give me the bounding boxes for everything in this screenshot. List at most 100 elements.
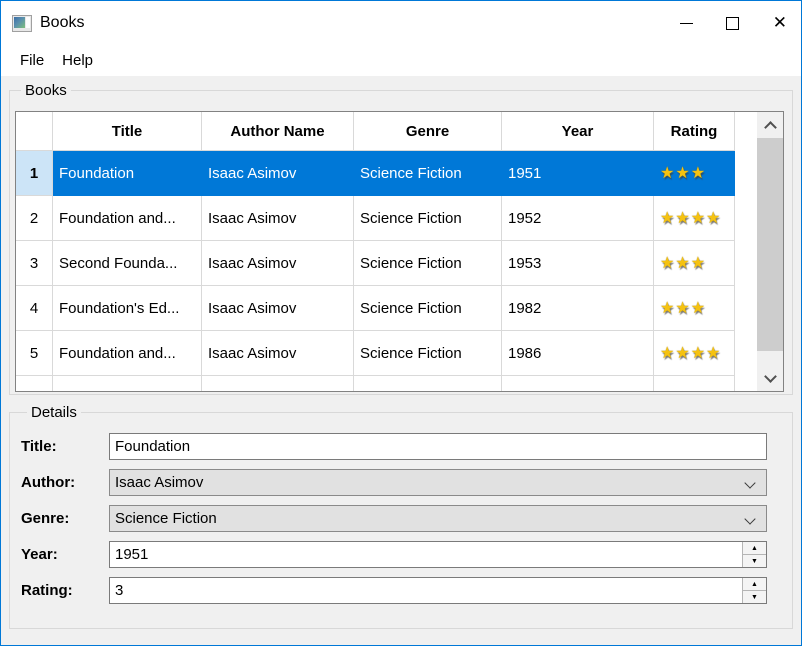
rating-cell[interactable]: ★★★ [654, 241, 735, 286]
rating-cell[interactable]: ★★★ [654, 286, 735, 331]
scroll-up-button[interactable] [757, 112, 783, 138]
genre-field-row: Genre: Science Fiction [21, 505, 767, 532]
title-cell[interactable]: Prelude to Foun... [53, 376, 202, 391]
maximize-icon [726, 17, 739, 30]
author-cell[interactable]: Isaac Asimov [202, 196, 354, 241]
menu-bar: File Help [1, 45, 801, 76]
details-group-box: Details Title: Author: Isaac Asimov Genr… [9, 404, 793, 629]
menu-help[interactable]: Help [53, 49, 102, 72]
row-number-cell[interactable]: 4 [16, 286, 53, 331]
rating-spin-buttons: ▲ ▼ [742, 578, 766, 603]
row-number-cell[interactable]: 1 [16, 151, 53, 196]
close-icon: ✕ [773, 15, 787, 32]
year-field-row: Year: ▲ ▼ [21, 541, 767, 568]
star-rating-icon: ★★★★ [660, 208, 721, 228]
author-combobox-value: Isaac Asimov [115, 474, 203, 491]
app-window: Books ✕ File Help Books Title Author Nam… [0, 0, 802, 646]
rating-cell[interactable]: ★★★★ [654, 331, 735, 376]
author-field-row: Author: Isaac Asimov [21, 469, 767, 496]
spin-down-button[interactable]: ▼ [743, 591, 766, 603]
table-row[interactable]: 3 Second Founda... Isaac Asimov Science … [16, 241, 757, 286]
title-field-label: Title: [21, 438, 109, 455]
table-row[interactable]: 1 Foundation Isaac Asimov Science Fictio… [16, 151, 757, 196]
title-cell[interactable]: Foundation and... [53, 196, 202, 241]
maximize-button[interactable] [709, 3, 755, 43]
scrollbar-track[interactable] [757, 138, 783, 365]
author-cell[interactable]: Isaac Asimov [202, 331, 354, 376]
scrollbar-thumb[interactable] [757, 138, 783, 351]
table-row[interactable]: 6 Prelude to Foun... Isaac Asimov Scienc… [16, 376, 757, 391]
close-button[interactable]: ✕ [755, 3, 801, 43]
title-cell[interactable]: Second Founda... [53, 241, 202, 286]
title-bar: Books ✕ [1, 1, 801, 45]
author-cell[interactable]: Isaac Asimov [202, 376, 354, 391]
genre-cell[interactable]: Science Fiction [354, 196, 502, 241]
title-cell[interactable]: Foundation and... [53, 331, 202, 376]
year-cell[interactable]: 1953 [502, 241, 654, 286]
star-rating-icon: ★★★ [660, 298, 706, 318]
books-group-box: Books Title Author Name Genre Year Ratin… [9, 82, 793, 395]
row-number-cell[interactable]: 6 [16, 376, 53, 391]
table-row[interactable]: 5 Foundation and... Isaac Asimov Science… [16, 331, 757, 376]
chevron-down-icon [764, 370, 777, 383]
rating-cell[interactable]: ★★★★ [654, 196, 735, 241]
rating-spinbox: ▲ ▼ [109, 577, 767, 604]
title-cell[interactable]: Foundation [53, 151, 202, 196]
genre-cell[interactable]: Science Fiction [354, 376, 502, 391]
year-cell[interactable]: 1982 [502, 286, 654, 331]
rating-cell[interactable]: ★★★ [654, 376, 735, 391]
spin-up-button[interactable]: ▲ [743, 542, 766, 555]
row-filler [735, 151, 757, 196]
header-genre[interactable]: Genre [354, 112, 502, 151]
details-group-label: Details [27, 404, 81, 421]
title-cell[interactable]: Foundation's Ed... [53, 286, 202, 331]
chevron-down-icon [744, 477, 755, 488]
genre-cell[interactable]: Science Fiction [354, 331, 502, 376]
header-rating[interactable]: Rating [654, 112, 735, 151]
header-author[interactable]: Author Name [202, 112, 354, 151]
header-title[interactable]: Title [53, 112, 202, 151]
spin-up-button[interactable]: ▲ [743, 578, 766, 591]
menu-file[interactable]: File [11, 49, 53, 72]
year-cell[interactable]: 1988 [502, 376, 654, 391]
chevron-down-icon [744, 513, 755, 524]
scroll-down-button[interactable] [757, 365, 783, 391]
row-filler [735, 286, 757, 331]
title-input[interactable] [109, 433, 767, 460]
author-cell[interactable]: Isaac Asimov [202, 286, 354, 331]
genre-cell[interactable]: Science Fiction [354, 241, 502, 286]
year-cell[interactable]: 1952 [502, 196, 654, 241]
row-filler [735, 241, 757, 286]
header-year[interactable]: Year [502, 112, 654, 151]
header-row-number [16, 112, 53, 151]
row-number-cell[interactable]: 3 [16, 241, 53, 286]
spin-down-button[interactable]: ▼ [743, 555, 766, 567]
year-cell[interactable]: 1951 [502, 151, 654, 196]
year-spinbox: ▲ ▼ [109, 541, 767, 568]
author-cell[interactable]: Isaac Asimov [202, 151, 354, 196]
chevron-up-icon [764, 121, 777, 134]
vertical-scrollbar[interactable] [757, 112, 783, 391]
row-number-cell[interactable]: 5 [16, 331, 53, 376]
author-cell[interactable]: Isaac Asimov [202, 241, 354, 286]
rating-input[interactable] [110, 578, 742, 603]
star-rating-icon: ★★★ [660, 388, 706, 391]
year-field-label: Year: [21, 546, 109, 563]
rating-field-row: Rating: ▲ ▼ [21, 577, 767, 604]
row-number-cell[interactable]: 2 [16, 196, 53, 241]
minimize-button[interactable] [663, 3, 709, 43]
table-row[interactable]: 2 Foundation and... Isaac Asimov Science… [16, 196, 757, 241]
genre-cell[interactable]: Science Fiction [354, 286, 502, 331]
author-combobox[interactable]: Isaac Asimov [109, 469, 767, 496]
header-filler [735, 112, 757, 151]
application-icon [12, 15, 32, 32]
row-filler [735, 376, 757, 391]
year-input[interactable] [110, 542, 742, 567]
table-row[interactable]: 4 Foundation's Ed... Isaac Asimov Scienc… [16, 286, 757, 331]
rating-cell[interactable]: ★★★ [654, 151, 735, 196]
year-cell[interactable]: 1986 [502, 331, 654, 376]
books-table: Title Author Name Genre Year Rating 1 Fo… [15, 111, 784, 392]
window-title: Books [40, 14, 84, 32]
genre-cell[interactable]: Science Fiction [354, 151, 502, 196]
genre-combobox[interactable]: Science Fiction [109, 505, 767, 532]
